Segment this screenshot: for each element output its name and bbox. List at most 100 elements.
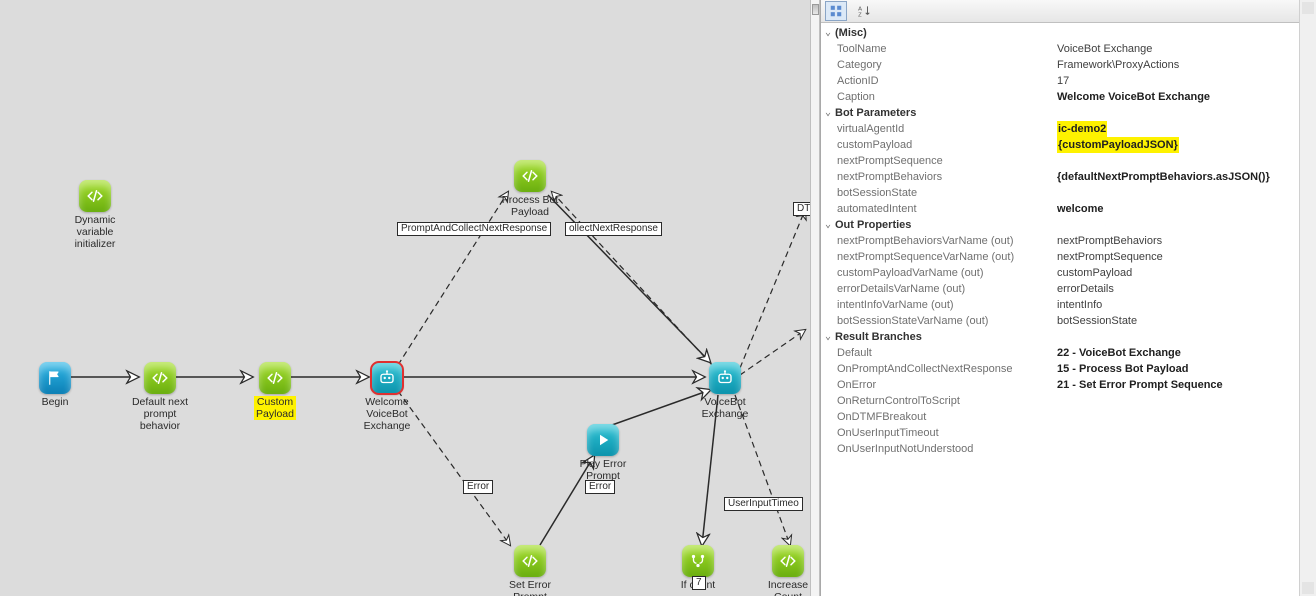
property-key: Default	[835, 345, 1057, 361]
property-row[interactable]: ToolNameVoiceBot Exchange	[821, 41, 1316, 57]
property-row[interactable]: OnUserInputTimeout	[821, 425, 1316, 441]
property-group[interactable]: ⌄(Misc)	[821, 25, 1316, 41]
property-row[interactable]: ActionID17	[821, 73, 1316, 89]
property-row[interactable]: nextPromptBehaviors{defaultNextPromptBeh…	[821, 169, 1316, 185]
node-default-next-prompt[interactable]: Default nextpromptbehavior	[125, 362, 195, 432]
node-label: Default nextpromptbehavior	[125, 396, 195, 432]
property-key: Caption	[835, 89, 1057, 105]
alpha-sort-button[interactable]: AZ	[853, 1, 875, 21]
property-row[interactable]: OnError21 - Set Error Prompt Sequence	[821, 377, 1316, 393]
property-row[interactable]: automatedIntentwelcome	[821, 201, 1316, 217]
edge-label-error-2: Error	[585, 480, 615, 494]
property-value[interactable]: ic-demo2	[1057, 121, 1107, 137]
property-value[interactable]: 22 - VoiceBot Exchange	[1057, 347, 1181, 359]
property-row[interactable]: botSessionStateVarName (out)botSessionSt…	[821, 313, 1316, 329]
property-group-label: Out Properties	[835, 217, 911, 233]
edge-label-error-1: Error	[463, 480, 493, 494]
code-icon	[259, 362, 291, 394]
node-welcome-voicebot-exchange[interactable]: WelcomeVoiceBotExchange	[352, 362, 422, 432]
property-key: ToolName	[835, 41, 1057, 57]
property-value[interactable]: botSessionState	[1057, 315, 1137, 327]
property-value[interactable]: 15 - Process Bot Payload	[1057, 363, 1188, 375]
node-increase-count[interactable]: IncreaseCount	[760, 545, 810, 596]
property-row[interactable]: customPayloadVarName (out)customPayload	[821, 265, 1316, 281]
property-value[interactable]: nextPromptBehaviors	[1057, 235, 1162, 247]
splitter[interactable]	[810, 0, 820, 596]
node-dynamic-var-init[interactable]: Dynamicvariableinitializer	[60, 180, 130, 250]
property-key: errorDetailsVarName (out)	[835, 281, 1057, 297]
node-voicebot-exchange[interactable]: VoiceBotExchange	[690, 362, 760, 420]
property-value[interactable]: intentInfo	[1057, 299, 1102, 311]
node-label: CustomPayload	[254, 396, 296, 420]
node-set-error-prompt-seq[interactable]: Set ErrorPromptSequence	[495, 545, 565, 596]
flow-canvas[interactable]: Begin Dynamicvariableinitializer Default…	[0, 0, 810, 596]
property-group[interactable]: ⌄Bot Parameters	[821, 105, 1316, 121]
property-key: OnReturnControlToScript	[835, 393, 1057, 409]
property-row[interactable]: CategoryFramework\ProxyActions	[821, 57, 1316, 73]
property-row[interactable]: botSessionState	[821, 185, 1316, 201]
property-row[interactable]: OnReturnControlToScript	[821, 393, 1316, 409]
property-row[interactable]: OnUserInputNotUnderstood	[821, 441, 1316, 457]
property-key: nextPromptBehaviorsVarName (out)	[835, 233, 1057, 249]
node-label: Begin	[20, 396, 90, 408]
property-value[interactable]: 17	[1057, 75, 1069, 87]
node-label: Play ErrorPrompt	[568, 458, 638, 482]
property-row[interactable]: errorDetailsVarName (out)errorDetails	[821, 281, 1316, 297]
property-key: botSessionState	[835, 185, 1057, 201]
svg-text:Z: Z	[858, 12, 862, 18]
scrollbar[interactable]	[1299, 0, 1316, 596]
property-value[interactable]: {defaultNextPromptBehaviors.asJSON()}	[1057, 171, 1270, 183]
edge-label-seven: 7	[692, 576, 706, 590]
property-value[interactable]: Welcome VoiceBot Exchange	[1057, 91, 1210, 103]
property-value[interactable]: welcome	[1057, 203, 1103, 215]
properties-toolbar: AZ	[821, 0, 1316, 23]
property-key: OnPromptAndCollectNextResponse	[835, 361, 1057, 377]
node-label: Dynamicvariableinitializer	[60, 214, 130, 250]
property-row[interactable]: customPayload{customPayloadJSON}	[821, 137, 1316, 153]
property-value[interactable]: errorDetails	[1057, 283, 1114, 295]
node-begin[interactable]: Begin	[20, 362, 90, 408]
property-group-label: (Misc)	[835, 25, 867, 41]
node-custom-payload[interactable]: CustomPayload	[240, 362, 310, 420]
property-value[interactable]: {customPayloadJSON}	[1057, 137, 1179, 153]
property-row[interactable]: OnDTMFBreakout	[821, 409, 1316, 425]
property-key: OnUserInputNotUnderstood	[835, 441, 1057, 457]
chevron-down-icon[interactable]: ⌄	[821, 105, 835, 121]
chevron-down-icon[interactable]: ⌄	[821, 329, 835, 345]
property-row[interactable]: virtualAgentIdic-demo2	[821, 121, 1316, 137]
property-key: OnDTMFBreakout	[835, 409, 1057, 425]
properties-table[interactable]: ⌄(Misc)ToolNameVoiceBot ExchangeCategory…	[821, 23, 1316, 596]
property-key: intentInfoVarName (out)	[835, 297, 1057, 313]
property-group[interactable]: ⌄Out Properties	[821, 217, 1316, 233]
code-icon	[514, 545, 546, 577]
property-key: virtualAgentId	[835, 121, 1057, 137]
node-label: VoiceBotExchange	[690, 396, 760, 420]
code-icon	[79, 180, 111, 212]
node-label: WelcomeVoiceBotExchange	[352, 396, 422, 432]
property-key: OnError	[835, 377, 1057, 393]
property-row[interactable]: nextPromptSequence	[821, 153, 1316, 169]
property-group[interactable]: ⌄Result Branches	[821, 329, 1316, 345]
categorized-button[interactable]	[825, 1, 847, 21]
property-row[interactable]: OnPromptAndCollectNextResponse15 - Proce…	[821, 361, 1316, 377]
chevron-down-icon[interactable]: ⌄	[821, 25, 835, 41]
property-value[interactable]: 21 - Set Error Prompt Sequence	[1057, 379, 1223, 391]
edge-label-user-input-timeout: UserInputTimeo	[724, 497, 803, 511]
property-row[interactable]: nextPromptSequenceVarName (out)nextPromp…	[821, 249, 1316, 265]
branch-icon	[682, 545, 714, 577]
node-play-error-prompt[interactable]: Play ErrorPrompt	[568, 424, 638, 482]
node-process-bot-payload[interactable]: Process BotPayload	[495, 160, 565, 218]
chevron-down-icon[interactable]: ⌄	[821, 217, 835, 233]
property-row[interactable]: nextPromptBehaviorsVarName (out)nextProm…	[821, 233, 1316, 249]
property-row[interactable]: Default22 - VoiceBot Exchange	[821, 345, 1316, 361]
property-value[interactable]: customPayload	[1057, 267, 1132, 279]
code-icon	[144, 362, 176, 394]
property-value[interactable]: VoiceBot Exchange	[1057, 43, 1152, 55]
property-value[interactable]: Framework\ProxyActions	[1057, 59, 1179, 71]
property-value[interactable]: nextPromptSequence	[1057, 251, 1163, 263]
property-row[interactable]: intentInfoVarName (out)intentInfo	[821, 297, 1316, 313]
edge-label-collect-next: ollectNextResponse	[565, 222, 662, 236]
edge-label-prompt-collect: PromptAndCollectNextResponse	[397, 222, 551, 236]
property-key: nextPromptSequenceVarName (out)	[835, 249, 1057, 265]
property-row[interactable]: CaptionWelcome VoiceBot Exchange	[821, 89, 1316, 105]
